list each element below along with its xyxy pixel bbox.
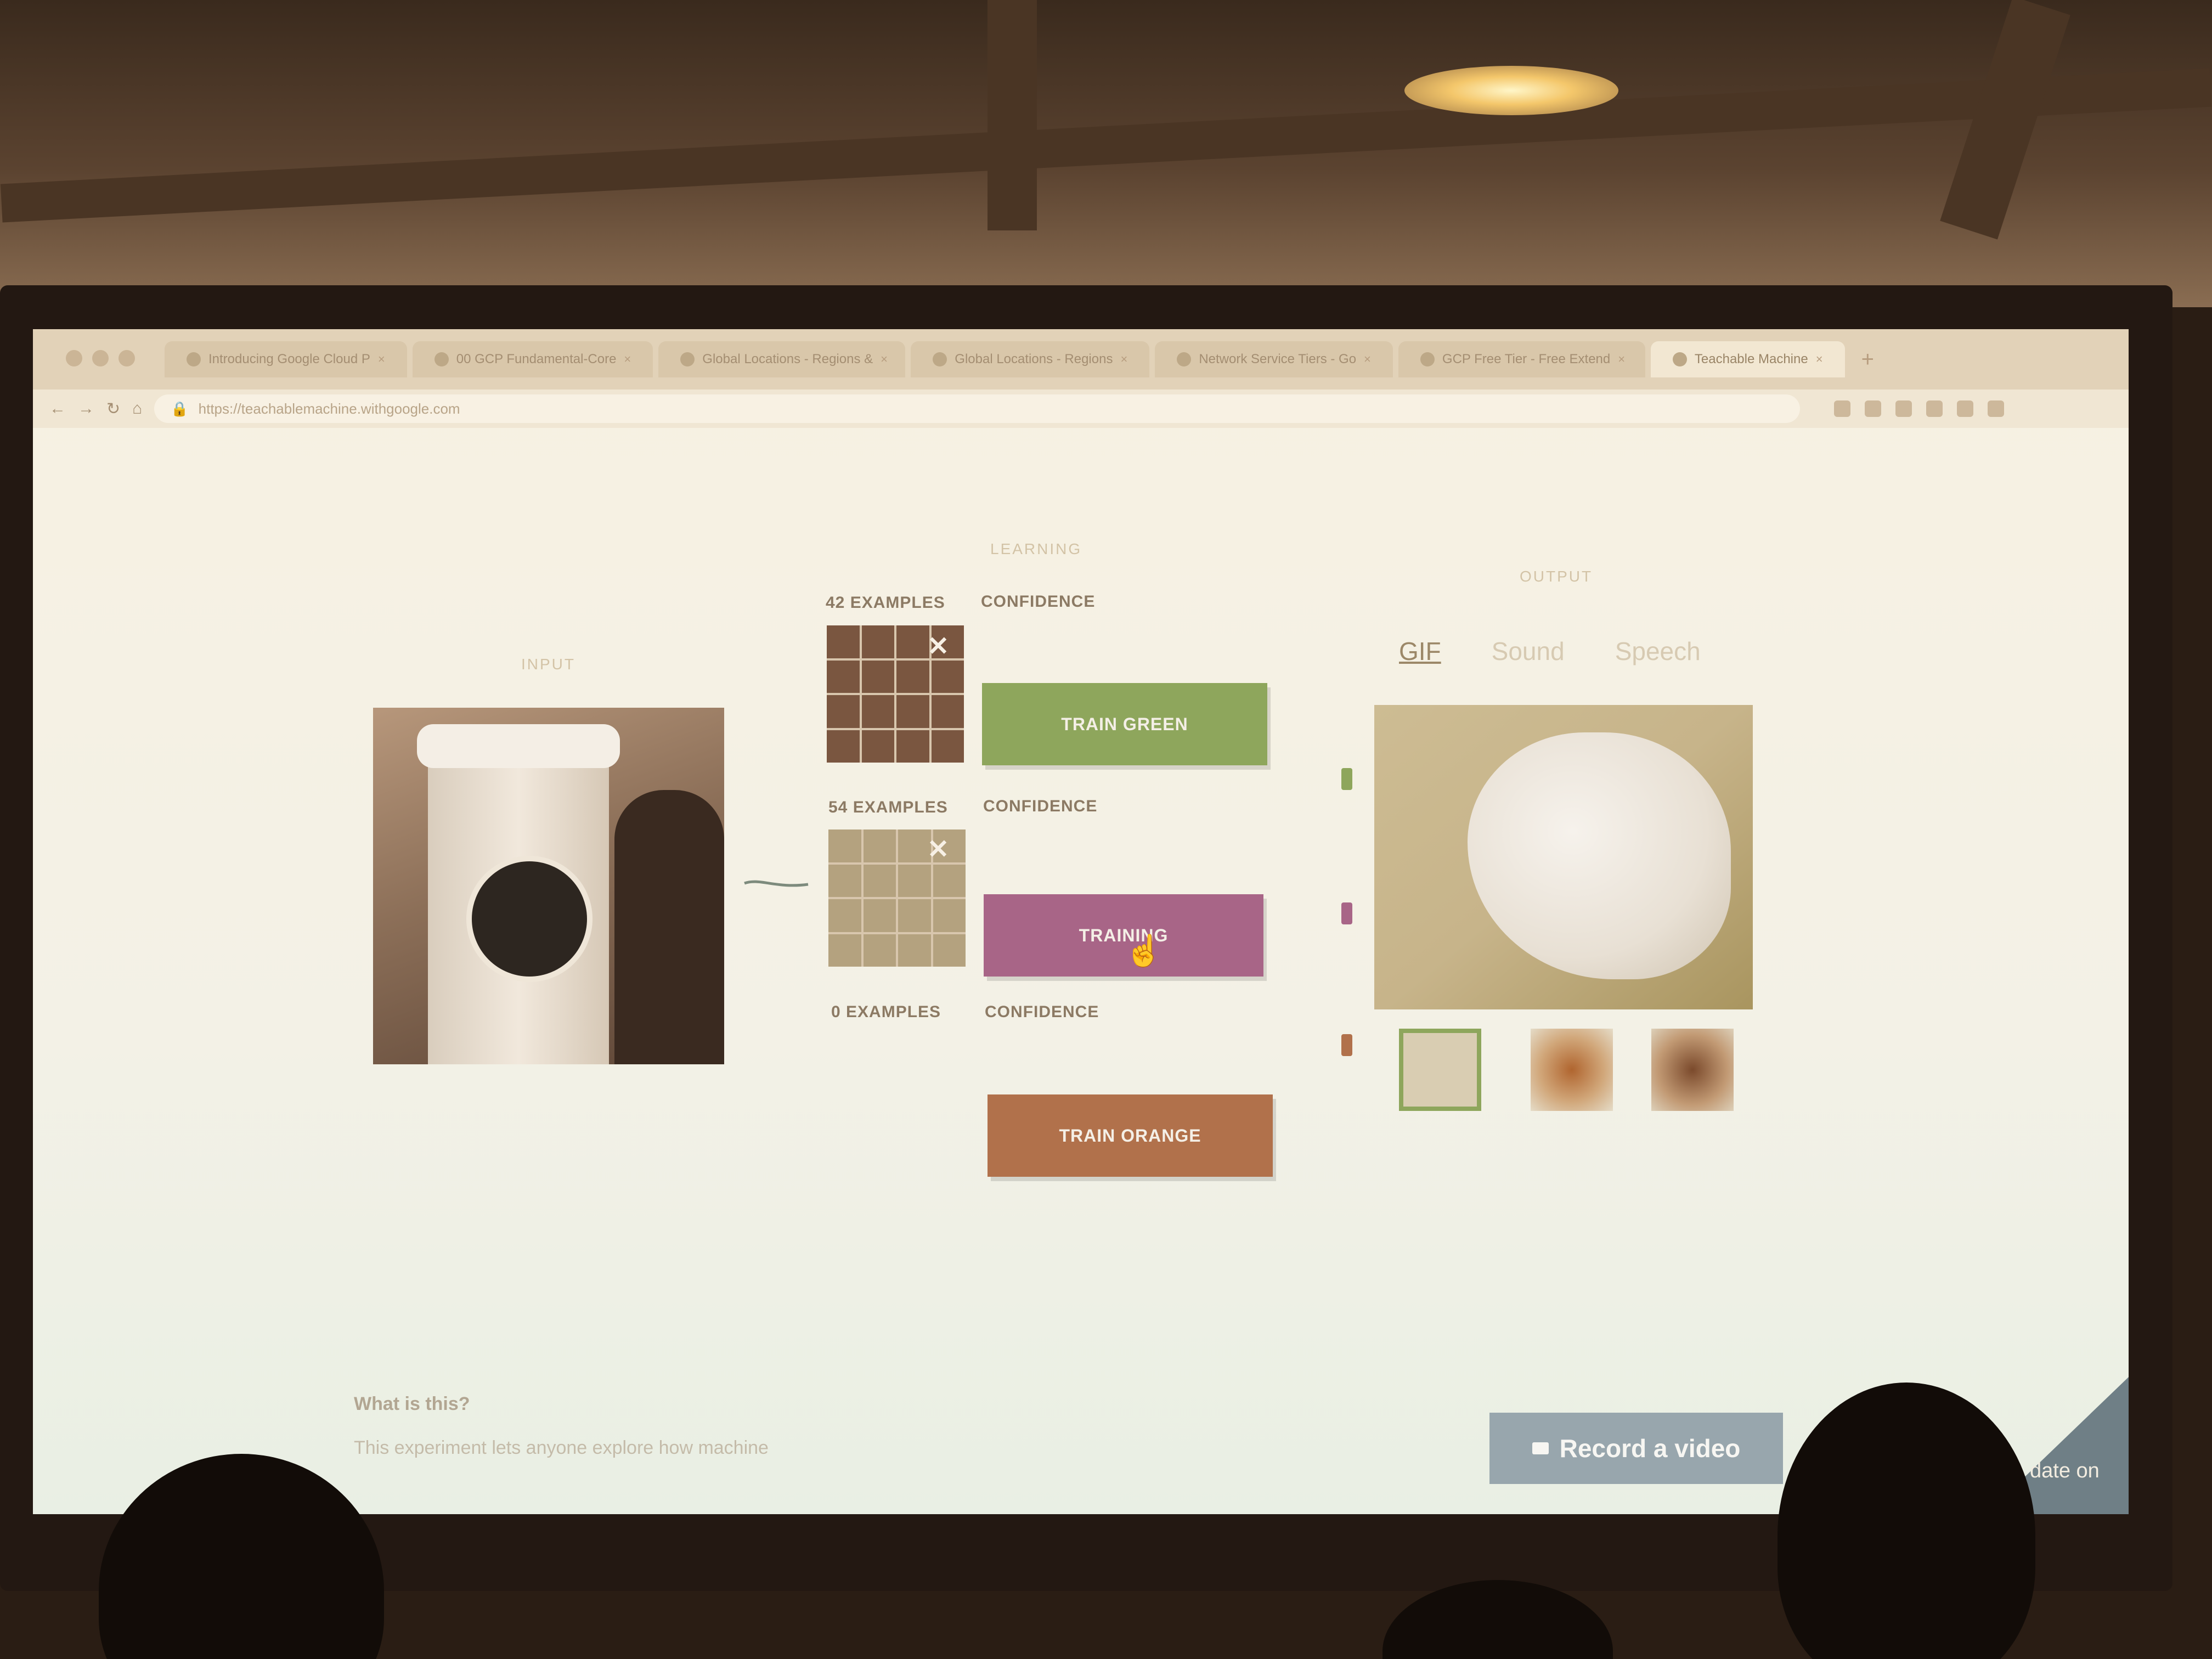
clear-green-examples-icon[interactable]: ✕ xyxy=(927,631,949,662)
ceiling-lamp xyxy=(1404,66,1618,115)
gif-option-orange[interactable] xyxy=(1651,1029,1734,1111)
output-mode-tabs: GIF Sound Speech xyxy=(1399,636,1701,666)
window-controls xyxy=(66,350,135,366)
minimize-window-button[interactable] xyxy=(92,350,109,366)
tab-label: Network Service Tiers - Go xyxy=(1199,352,1357,366)
audience-head xyxy=(1383,1580,1613,1659)
output-section-label: OUTPUT xyxy=(1520,568,1593,585)
webcam-cup-lid xyxy=(417,724,620,768)
clear-purple-examples-icon[interactable]: ✕ xyxy=(927,834,949,865)
extension-icon[interactable] xyxy=(1926,400,1943,417)
tab-favicon-icon xyxy=(434,352,449,366)
browser-tab-bar: Introducing Google Cloud P × 00 GCP Fund… xyxy=(33,329,2129,390)
close-tab-icon[interactable]: × xyxy=(624,352,631,366)
extension-toolbar xyxy=(1834,400,2005,417)
tab-label: GCP Free Tier - Free Extend xyxy=(1442,352,1611,366)
browser-tab[interactable]: Introducing Google Cloud P × xyxy=(165,341,407,377)
browser-address-bar: ← → ↻ ⌂ 🔒 https://teachablemachine.withg… xyxy=(33,390,2129,428)
close-tab-icon[interactable]: × xyxy=(1120,352,1127,366)
input-section-label: INPUT xyxy=(521,656,575,673)
green-class-indicator xyxy=(1341,768,1352,790)
close-tab-icon[interactable]: × xyxy=(1816,352,1823,366)
purple-confidence-label: CONFIDENCE xyxy=(983,797,1098,815)
lock-icon: 🔒 xyxy=(171,400,189,417)
close-window-button[interactable] xyxy=(66,350,82,366)
hand-cursor-icon: ☝ xyxy=(1125,933,1163,968)
orange-examples-count: 0 EXAMPLES xyxy=(831,1003,941,1021)
ceiling-beam xyxy=(0,68,2212,223)
green-confidence-label: CONFIDENCE xyxy=(981,592,1096,611)
train-purple-button[interactable]: TRAINING xyxy=(984,894,1263,977)
tab-label: Global Locations - Regions & xyxy=(702,352,873,366)
browser-tab-active[interactable]: Teachable Machine × xyxy=(1650,341,1845,377)
close-tab-icon[interactable]: × xyxy=(881,352,888,366)
train-orange-button[interactable]: TRAIN ORANGE xyxy=(988,1094,1273,1177)
extension-icon[interactable] xyxy=(1865,400,1882,417)
orange-confidence-label: CONFIDENCE xyxy=(985,1003,1099,1021)
record-video-label: Record a video xyxy=(1559,1434,1741,1463)
browser-tab[interactable]: 00 GCP Fundamental-Core × xyxy=(412,341,653,377)
new-tab-button[interactable]: + xyxy=(1861,347,1874,372)
learning-section-label: LEARNING xyxy=(990,540,1082,557)
webcam-cup-logo xyxy=(466,856,592,982)
extension-icon[interactable] xyxy=(1957,400,1974,417)
url-input[interactable]: 🔒 https://teachablemachine.withgoogle.co… xyxy=(154,394,1801,423)
tab-speech[interactable]: Speech xyxy=(1615,636,1701,666)
tab-favicon-icon xyxy=(933,352,947,366)
about-body-text: This experiment lets anyone explore how … xyxy=(354,1437,769,1458)
browser-tab[interactable]: GCP Free Tier - Free Extend × xyxy=(1398,341,1645,377)
purple-examples-count: 54 EXAMPLES xyxy=(828,798,948,816)
maximize-window-button[interactable] xyxy=(119,350,135,366)
close-tab-icon[interactable]: × xyxy=(1618,352,1625,366)
webcam-person xyxy=(614,790,724,1064)
forward-icon[interactable]: → xyxy=(78,399,94,418)
url-text: https://teachablemachine.withgoogle.com xyxy=(198,400,460,417)
webcam-input-feed xyxy=(373,708,724,1064)
input-connector-line xyxy=(744,880,809,887)
orange-class-indicator xyxy=(1341,1034,1352,1056)
tab-label: 00 GCP Fundamental-Core xyxy=(456,352,617,366)
ceiling xyxy=(0,0,2212,307)
reload-icon[interactable]: ↻ xyxy=(106,399,120,419)
extension-icon[interactable] xyxy=(1988,400,2005,417)
home-icon[interactable]: ⌂ xyxy=(132,399,142,418)
gif-option-purple[interactable] xyxy=(1531,1029,1613,1111)
gif-option-green[interactable] xyxy=(1399,1029,1481,1111)
tab-label: Global Locations - Regions xyxy=(955,352,1113,366)
train-green-button[interactable]: TRAIN GREEN xyxy=(982,683,1267,765)
tab-favicon-icon xyxy=(1672,352,1687,366)
tab-favicon-icon xyxy=(187,352,201,366)
extension-icon[interactable] xyxy=(1834,400,1851,417)
tab-favicon-icon xyxy=(1420,352,1435,366)
record-video-button[interactable]: Record a video xyxy=(1489,1413,1783,1484)
purple-class-indicator xyxy=(1341,902,1352,924)
close-tab-icon[interactable]: × xyxy=(378,352,385,366)
video-camera-icon xyxy=(1532,1442,1549,1454)
tab-favicon-icon xyxy=(1177,352,1192,366)
browser-tab[interactable]: Network Service Tiers - Go × xyxy=(1155,341,1393,377)
tab-label: Introducing Google Cloud P xyxy=(208,352,370,366)
browser-tab[interactable]: Global Locations - Regions × xyxy=(911,341,1150,377)
extension-icon[interactable] xyxy=(1895,400,1912,417)
back-icon[interactable]: ← xyxy=(49,399,66,418)
tab-label: Teachable Machine xyxy=(1694,352,1808,366)
tab-sound[interactable]: Sound xyxy=(1492,636,1565,666)
about-title: What is this? xyxy=(354,1393,470,1414)
output-gif-dog xyxy=(1468,732,1731,979)
update-banner-text: date on xyxy=(2030,1459,2100,1482)
output-gif-preview xyxy=(1374,705,1753,1009)
close-tab-icon[interactable]: × xyxy=(1364,352,1371,366)
ceiling-beam xyxy=(988,0,1037,230)
tab-favicon-icon xyxy=(680,352,695,366)
projected-screen: Introducing Google Cloud P × 00 GCP Fund… xyxy=(33,329,2129,1514)
green-examples-count: 42 EXAMPLES xyxy=(826,594,945,612)
tab-gif[interactable]: GIF xyxy=(1399,636,1441,666)
browser-tab[interactable]: Global Locations - Regions & × xyxy=(658,341,906,377)
